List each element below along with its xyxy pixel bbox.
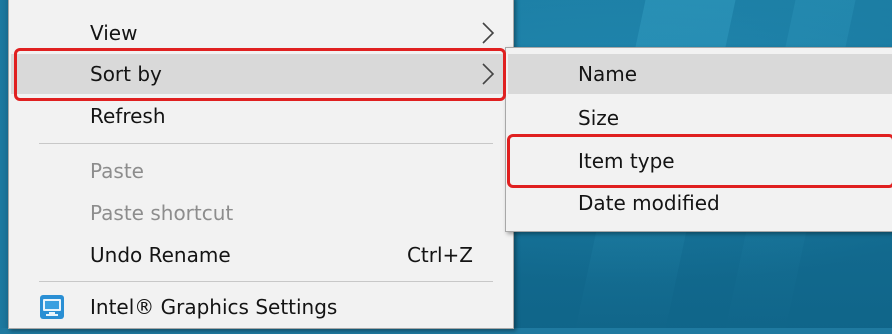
- sort-by-submenu: Name Size Item type Date modified: [505, 47, 892, 232]
- shortcut-label: Ctrl+Z: [406, 243, 473, 267]
- submenu-item-label: Item type: [578, 149, 675, 173]
- desktop-edge: [0, 0, 8, 334]
- desktop-context-menu: View Sort by Refresh Paste Paste shortcu…: [8, 0, 514, 329]
- submenu-item-date-modified[interactable]: Date modified: [508, 183, 892, 223]
- menu-item-paste-shortcut[interactable]: Paste shortcut: [11, 193, 511, 233]
- menu-item-undo-rename[interactable]: Undo Rename Ctrl+Z: [11, 235, 511, 275]
- submenu-item-label: Name: [578, 62, 638, 86]
- menu-item-label: Sort by: [90, 62, 162, 86]
- menu-item-label: View: [90, 21, 138, 45]
- chevron-right-icon: [482, 63, 495, 85]
- menu-item-refresh[interactable]: Refresh: [11, 96, 511, 136]
- submenu-item-label: Size: [578, 106, 620, 130]
- menu-item-label: Paste shortcut: [90, 201, 234, 225]
- menu-separator: [39, 281, 493, 282]
- submenu-item-name[interactable]: Name: [508, 54, 892, 94]
- submenu-item-size[interactable]: Size: [508, 98, 892, 138]
- intel-graphics-icon: [40, 295, 64, 319]
- menu-item-sort-by[interactable]: Sort by: [11, 54, 511, 94]
- menu-separator: [39, 143, 493, 144]
- submenu-item-label: Date modified: [578, 191, 720, 215]
- menu-item-label: Paste: [90, 159, 144, 183]
- menu-item-label: Refresh: [90, 104, 166, 128]
- menu-item-label: Intel® Graphics Settings: [90, 295, 338, 319]
- menu-item-intel-graphics-settings[interactable]: Intel® Graphics Settings: [11, 287, 511, 327]
- submenu-item-item-type[interactable]: Item type: [508, 141, 892, 181]
- chevron-right-icon: [482, 22, 495, 44]
- menu-item-view[interactable]: View: [11, 13, 511, 53]
- menu-item-paste[interactable]: Paste: [11, 151, 511, 191]
- menu-item-label: Undo Rename: [90, 243, 231, 267]
